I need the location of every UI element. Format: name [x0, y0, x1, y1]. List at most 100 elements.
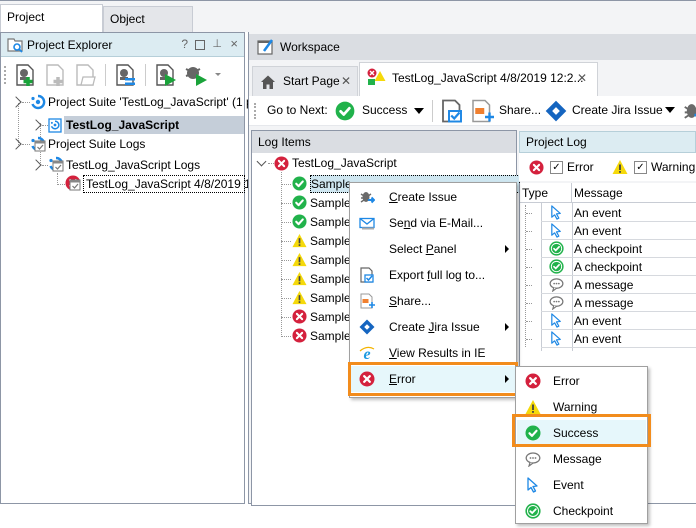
error-filter-checkbox[interactable]: ✓ — [550, 161, 563, 174]
tree-line — [526, 285, 532, 286]
column-header-type[interactable]: Type — [520, 183, 572, 203]
project-log-row[interactable]: An event — [526, 222, 696, 240]
context-menu-item[interactable]: Send via E-Mail... — [351, 210, 515, 236]
error-icon — [525, 373, 541, 389]
workspace-icon — [257, 39, 274, 55]
add-new-file-icon[interactable] — [43, 63, 67, 87]
submenu-arrow-icon — [505, 245, 509, 253]
menu-item-label: Create Jira Issue — [389, 320, 480, 334]
filter-label: Warning — [651, 160, 696, 174]
submenu-item-event[interactable]: Event — [517, 472, 646, 498]
warning-filter-checkbox[interactable]: ✓ — [634, 161, 647, 174]
toolbar-grip[interactable] — [4, 66, 6, 84]
context-menu-item[interactable]: Create Jira Issue — [351, 314, 515, 340]
tree-line — [281, 336, 291, 337]
checkpoint-icon — [549, 241, 564, 256]
panel-title: Project Explorer — [27, 38, 113, 52]
project-suite-logs-icon — [30, 136, 46, 152]
tab-start-page[interactable]: Start Page ✕ — [252, 66, 358, 96]
menu-item-label: Select Panel — [389, 242, 457, 256]
create-issue-icon[interactable] — [682, 99, 696, 123]
help-button[interactable]: ? — [181, 37, 188, 51]
tab-test-log[interactable]: TestLog_JavaScript 4/8/2019 12:2... ✕ — [359, 62, 598, 96]
error-log-icon — [65, 175, 81, 191]
project-log-header: Project Log — [519, 131, 696, 153]
pin-button[interactable]: ⊥ — [212, 37, 222, 50]
tree-line — [281, 279, 291, 280]
success-icon — [292, 195, 307, 210]
submenu-item-checkpoint[interactable]: Checkpoint — [517, 498, 646, 524]
log-item-label: Sample — [310, 196, 351, 210]
project-log-row[interactable]: An event — [526, 204, 696, 222]
context-menu-item[interactable]: Select Panel — [351, 236, 515, 262]
tab-project-workspace[interactable]: Project Workspace — [0, 4, 103, 48]
run-project-icon[interactable] — [153, 63, 177, 87]
project-log-row[interactable]: An event — [526, 330, 696, 348]
tree-line — [526, 249, 532, 250]
tree-item-label: TestLog_JavaScript Logs — [66, 158, 201, 172]
project-log-row[interactable]: A checkpoint — [526, 258, 696, 276]
create-issue-icon — [359, 189, 375, 205]
tab-object-browser[interactable]: Object Browser — [103, 6, 193, 50]
share-button[interactable]: Share... — [499, 103, 541, 117]
event-icon — [549, 205, 564, 220]
ie-icon — [359, 345, 375, 361]
project-log-row[interactable]: An event — [526, 312, 696, 330]
tree-item-log-file[interactable]: TestLog_JavaScript 4/8/2019 12 — [57, 175, 257, 193]
run-test-icon[interactable] — [184, 63, 208, 87]
tree-line — [526, 267, 532, 268]
close-button[interactable]: × — [230, 36, 238, 51]
log-item-label: Sample — [310, 310, 351, 324]
project-log-filters: ✓ Error ✓ Warning — [519, 153, 696, 181]
column-header-message[interactable]: Message — [572, 183, 696, 203]
warning-icon — [525, 399, 541, 415]
context-menu-item[interactable]: Share... — [351, 288, 515, 314]
create-jira-issue-button[interactable]: Create Jira Issue — [572, 103, 663, 117]
dropdown-arrow-icon — [414, 108, 424, 114]
close-tab-button[interactable]: ✕ — [577, 63, 587, 93]
close-tab-button[interactable]: ✕ — [341, 67, 351, 95]
submenu-item-error[interactable]: Error — [517, 368, 646, 394]
menu-item-label: Message — [553, 452, 602, 466]
workspace-title: Workspace — [280, 40, 340, 54]
tree-line — [281, 260, 291, 261]
go-to-next-dropdown[interactable]: Success — [335, 99, 427, 123]
run-dropdown-icon[interactable] — [215, 73, 221, 76]
maximize-button[interactable] — [195, 40, 205, 50]
message-cell: A message — [574, 278, 634, 292]
project-explorer-icon — [7, 38, 23, 53]
expand-chevron-icon[interactable] — [30, 119, 42, 131]
submenu-item-message[interactable]: Message — [517, 446, 646, 472]
message-cell: An event — [574, 224, 622, 238]
project-properties-icon[interactable] — [113, 63, 137, 87]
project-log-row[interactable]: A message — [526, 294, 696, 312]
toolbar-grip[interactable] — [254, 103, 256, 119]
jira-dropdown-icon[interactable] — [665, 107, 675, 113]
log-toolbar: Go to Next: Success Share... Create Jira… — [249, 96, 696, 126]
export-log-icon[interactable] — [440, 99, 464, 123]
message-icon — [549, 295, 564, 310]
event-icon — [549, 223, 564, 238]
warning-icon — [292, 271, 307, 286]
project-log-row[interactable]: A message — [526, 276, 696, 294]
checkpoint-icon — [525, 503, 541, 519]
context-menu-item[interactable]: Export full log to... — [351, 262, 515, 288]
menu-item-label: Event — [553, 478, 584, 492]
tree-line — [526, 303, 532, 304]
message-cell: An event — [574, 206, 622, 220]
message-cell: A checkpoint — [574, 260, 643, 274]
context-menu-item[interactable]: Create Issue — [351, 184, 515, 210]
add-existing-file-icon[interactable] — [73, 63, 97, 87]
tree-line — [281, 298, 291, 299]
add-new-item-icon[interactable] — [13, 63, 37, 87]
tree-item-project[interactable]: TestLog_JavaScript — [30, 116, 244, 134]
message-cell: An event — [574, 332, 622, 346]
project-log-row[interactable]: A checkpoint — [526, 240, 696, 258]
tree-line — [57, 184, 65, 185]
tree-line — [526, 321, 532, 322]
toolbar-separator — [145, 64, 146, 86]
share-icon[interactable] — [470, 99, 494, 123]
menu-item-label: Checkpoint — [553, 504, 614, 518]
error-icon — [529, 160, 544, 175]
success-icon — [292, 176, 307, 191]
